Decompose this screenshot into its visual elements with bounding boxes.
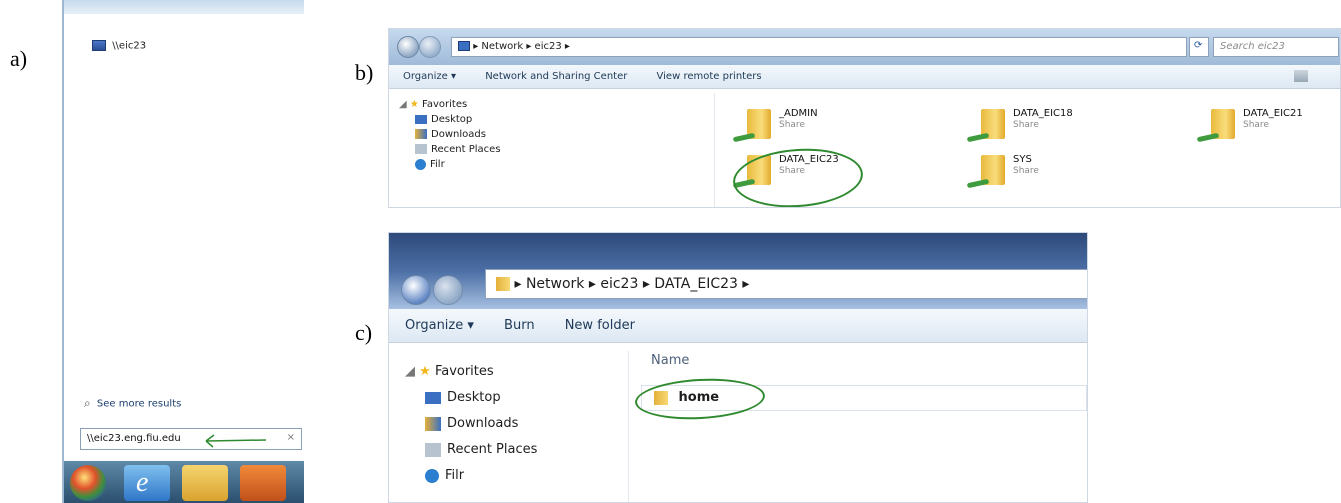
nav-downloads[interactable]: Downloads — [399, 127, 704, 142]
share-name: _ADMIN — [779, 108, 818, 119]
explorer-window-eic23: ▸ Network ▸ eic23 ▸ ⟳ Search eic23 Organ… — [388, 28, 1341, 208]
forward-button[interactable] — [433, 275, 463, 305]
downloads-icon — [415, 129, 427, 139]
search-result-eic23[interactable]: \\eic23 — [92, 40, 146, 52]
navigation-pane: ◢ ★ Favorites Desktop Downloads Recent P… — [389, 93, 715, 207]
organize-button[interactable]: Organize ▾ — [405, 318, 474, 333]
breadcrumb-network[interactable]: Network — [526, 276, 584, 292]
internet-explorer-icon[interactable]: e — [124, 465, 170, 501]
breadcrumb-eic23[interactable]: eic23 — [600, 276, 638, 292]
annotation-arrow — [205, 434, 267, 448]
share-name: DATA_EIC18 — [1013, 108, 1073, 119]
share-name: DATA_EIC21 — [1243, 108, 1303, 119]
share-type: Share — [1013, 166, 1039, 176]
command-bar: Organize ▾ Network and Sharing Center Vi… — [389, 65, 1340, 89]
nav-filr[interactable]: Filr — [399, 157, 704, 172]
view-options-icon[interactable] — [1294, 70, 1308, 82]
share-type: Share — [1243, 120, 1269, 130]
star-icon: ★ — [409, 99, 423, 110]
start-search-value: \\eic23.eng.fiu.edu — [87, 433, 181, 444]
breadcrumb-eic23[interactable]: eic23 — [535, 41, 562, 52]
taskbar: e — [64, 461, 304, 503]
share-name: SYS — [1013, 154, 1032, 165]
column-header-name[interactable]: Name — [651, 353, 689, 368]
search-eic23-input[interactable]: Search eic23 — [1213, 37, 1339, 57]
desktop-icon — [415, 114, 427, 124]
back-button[interactable] — [401, 275, 431, 305]
recent-places-icon — [425, 442, 441, 457]
annotation-circle — [634, 375, 766, 423]
explorer-window-data-eic23: ▸ Network ▸ eic23 ▸ DATA_EIC23 ▸ Organiz… — [388, 232, 1088, 503]
nav-recent-places[interactable]: Recent Places — [399, 142, 704, 157]
nav-downloads[interactable]: Downloads — [405, 411, 612, 437]
back-button[interactable] — [397, 36, 419, 58]
organize-button[interactable]: Organize ▾ — [403, 71, 456, 82]
start-search-input[interactable]: \\eic23.eng.fiu.edu × — [80, 428, 302, 450]
label-b: b) — [355, 60, 374, 85]
label-c: c) — [355, 320, 373, 345]
nav-filr[interactable]: Filr — [405, 463, 612, 489]
star-icon: ★ — [419, 364, 435, 379]
search-placeholder: Search eic23 — [1220, 41, 1285, 52]
filr-icon — [415, 158, 426, 170]
start-orb-icon[interactable] — [70, 465, 106, 501]
file-explorer-icon[interactable] — [182, 465, 228, 501]
burn-button[interactable]: Burn — [504, 318, 535, 333]
media-player-icon[interactable] — [240, 465, 286, 501]
address-bar[interactable]: ▸ Network ▸ eic23 ▸ DATA_EIC23 ▸ — [485, 269, 1087, 299]
downloads-icon — [425, 416, 441, 431]
nav-desktop[interactable]: Desktop — [399, 112, 704, 127]
new-folder-button[interactable]: New folder — [565, 318, 635, 333]
forward-button[interactable] — [419, 36, 441, 58]
recent-places-icon — [415, 144, 427, 154]
start-menu-panel: \\eic23 ⌕ See more results \\eic23.eng.f… — [62, 0, 304, 503]
breadcrumb-network[interactable]: Network — [481, 41, 523, 52]
share-item[interactable]: DATA_EIC18 Share — [963, 105, 1113, 151]
share-item[interactable]: DATA_EIC21 Share — [1193, 105, 1340, 151]
nav-favorites[interactable]: ◢ ★ Favorites — [405, 359, 612, 385]
clear-search-icon[interactable]: × — [287, 432, 295, 443]
network-sharing-center-button[interactable]: Network and Sharing Center — [485, 71, 627, 82]
breadcrumb-data-eic23[interactable]: DATA_EIC23 — [654, 276, 738, 292]
nav-recent-places[interactable]: Recent Places — [405, 437, 612, 463]
navigation-pane: ◢ ★ Favorites Desktop Downloads Recent P… — [389, 351, 629, 502]
start-menu-top-edge — [64, 0, 304, 14]
label-a: a) — [10, 46, 28, 71]
filr-icon — [425, 468, 439, 483]
view-remote-printers-button[interactable]: View remote printers — [657, 71, 762, 82]
command-bar: Organize ▾ Burn New folder — [389, 309, 1087, 343]
nav-desktop[interactable]: Desktop — [405, 385, 612, 411]
see-more-results-label: See more results — [96, 398, 182, 410]
desktop-icon — [425, 391, 441, 404]
share-type: Share — [779, 120, 805, 130]
share-item[interactable]: SYS Share — [963, 151, 1113, 197]
see-more-results-link[interactable]: ⌕ See more results — [84, 396, 181, 411]
address-bar[interactable]: ▸ Network ▸ eic23 ▸ — [451, 37, 1187, 57]
search-icon: ⌕ — [84, 396, 91, 410]
search-result-label: \\eic23 — [112, 40, 147, 52]
share-item[interactable]: _ADMIN Share — [729, 105, 879, 151]
refresh-button[interactable]: ⟳ — [1189, 37, 1209, 57]
nav-favorites[interactable]: ◢ ★ Favorites — [399, 97, 704, 112]
address-bar-area: ▸ Network ▸ eic23 ▸ ⟳ Search eic23 — [389, 29, 1340, 65]
network-computer-icon — [92, 40, 106, 51]
network-icon — [458, 41, 470, 51]
share-type: Share — [1013, 120, 1039, 130]
folder-icon — [496, 277, 510, 291]
